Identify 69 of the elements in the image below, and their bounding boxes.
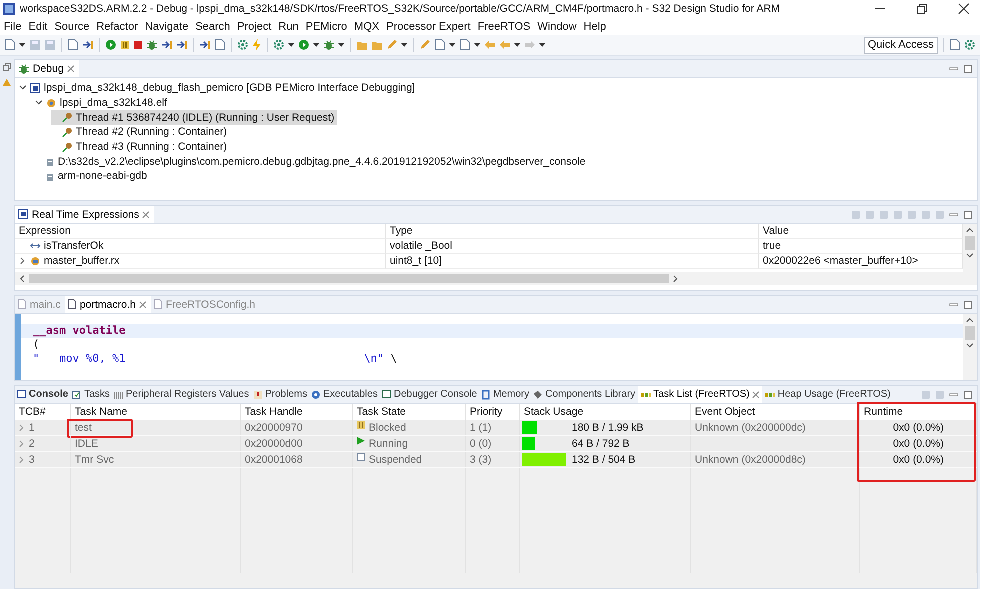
- table-cell: Blocked: [353, 420, 466, 435]
- column-header[interactable]: Expression: [15, 224, 386, 239]
- table-cell: 1: [15, 420, 71, 435]
- table-cell: 0x0 (0.0%): [860, 452, 977, 467]
- table-cell: 3: [15, 452, 71, 467]
- menu-item[interactable]: Navigate: [145, 20, 189, 32]
- table-cell: true: [759, 239, 963, 254]
- table-cell: Suspended: [353, 452, 466, 467]
- menu-item[interactable]: MQX: [354, 20, 380, 32]
- view-tab[interactable]: Debug: [15, 60, 79, 77]
- table-cell: master_buffer.rx: [15, 254, 386, 269]
- view-tab[interactable]: Console: [15, 386, 70, 403]
- table-cell: 0x20001068: [241, 452, 353, 467]
- column-header[interactable]: Type: [386, 224, 759, 239]
- view-tab[interactable]: Real Time Expressions: [15, 206, 154, 223]
- column-header[interactable]: Value: [759, 224, 963, 239]
- table-cell: Unknown (0x200000dc): [691, 420, 860, 435]
- tree-item[interactable]: lpspi_dma_s32k148_debug_flash_pemicro [GDB PEMicro Interface Debugging]: [19, 81, 418, 96]
- table-cell: 0x20000d00: [241, 436, 353, 451]
- view-tab[interactable]: Peripheral Registers Values: [112, 386, 252, 403]
- menu-item[interactable]: Help: [584, 20, 606, 32]
- menu-item[interactable]: Search: [196, 20, 230, 32]
- tree-item[interactable]: D:\s32ds_v2.2\eclipse\plugins\com.pemicro.debug.gdbjtag.pne_4.4.6.201912192052\win32\pegdbserver_console: [35, 154, 588, 170]
- menu-item[interactable]: PEMicro: [306, 20, 348, 32]
- menu-item[interactable]: Source: [54, 20, 90, 32]
- view-tab[interactable]: Executables: [309, 386, 380, 403]
- view-tab[interactable]: Task List (FreeRTOS): [638, 386, 762, 403]
- usage-reading: 180 B / 1.99 kB: [572, 422, 644, 434]
- menu-item[interactable]: Window: [538, 20, 577, 32]
- usage-reading: 132 B / 504 B: [572, 454, 636, 466]
- table-cell: 0x0 (0.0%): [860, 420, 977, 435]
- menu-item[interactable]: File: [4, 20, 22, 32]
- view-tab[interactable]: Problems: [251, 386, 310, 403]
- menu-item[interactable]: FreeRTOS: [478, 20, 531, 32]
- code-line: " mov %0, %1 \n" \: [32, 352, 398, 366]
- view-tab[interactable]: Tasks: [70, 386, 112, 403]
- menu-item[interactable]: Edit: [28, 20, 48, 32]
- tree-item[interactable]: Thread #3 (Running : Container): [51, 140, 230, 154]
- table-cell: Running: [353, 436, 466, 451]
- quick-access-field[interactable]: Quick Access: [864, 36, 938, 54]
- code-line: (: [32, 338, 41, 352]
- table-cell: isTransferOk: [15, 239, 386, 254]
- tree-item[interactable]: Thread #2 (Running : Container): [51, 125, 230, 140]
- table-cell: uint8_t [10]: [386, 254, 759, 269]
- table-cell: volatile _Bool: [386, 239, 759, 254]
- view-tab[interactable]: portmacro.h: [64, 296, 151, 313]
- table-cell: 2: [15, 436, 71, 451]
- window-title: workspaceS32DS.ARM.2.2 - Debug - lpspi_dma_s32k148/SDK/rtos/FreeRTOS_S32K/Source/portable/GCC/ARM_CM4F/portmacro.h - S32 Design Studio for ARM: [20, 3, 780, 15]
- usage-reading: 64 B / 792 B: [572, 438, 630, 450]
- table-cell: 0 (0): [466, 436, 520, 451]
- menu-item[interactable]: Project: [237, 20, 272, 32]
- table-cell: 0x200022e6 <master_buffer+10>: [759, 254, 963, 269]
- table-cell: 0x20000970: [241, 420, 353, 435]
- table-cell: Tmr Svc: [71, 452, 241, 467]
- view-tab[interactable]: Memory: [479, 386, 532, 403]
- menu-item[interactable]: Run: [278, 20, 299, 32]
- table-cell: IDLE: [71, 436, 241, 451]
- tree-item[interactable]: arm-none-eabi-gdb: [35, 169, 150, 184]
- tree-item[interactable]: lpspi_dma_s32k148.elf: [35, 96, 170, 110]
- table-cell: 0x0 (0.0%): [860, 436, 977, 451]
- table-cell: Unknown (0x20000d8c): [691, 452, 860, 467]
- table-cell: 1 (1): [466, 420, 520, 435]
- tree-item-selected[interactable]: Thread #1 536874240 (IDLE) (Running : User Request): [51, 110, 337, 126]
- menu-item[interactable]: Processor Expert: [386, 20, 471, 32]
- view-tab[interactable]: Components Library: [531, 386, 638, 403]
- view-tab[interactable]: Debugger Console: [380, 386, 480, 403]
- view-tab[interactable]: Heap Usage (FreeRTOS): [762, 386, 893, 403]
- table-cell: 3 (3): [466, 452, 520, 467]
- menu-item[interactable]: Refactor: [96, 20, 138, 32]
